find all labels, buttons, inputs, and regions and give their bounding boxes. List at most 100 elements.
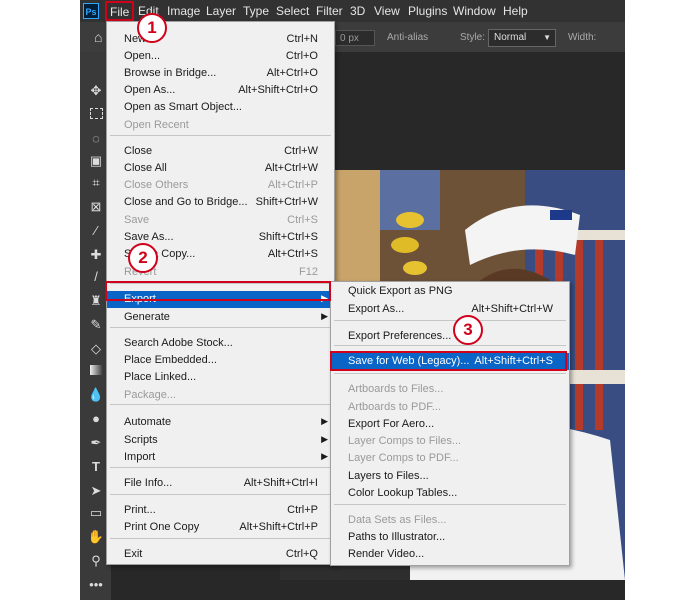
menu-separator — [334, 345, 566, 346]
antialias-label[interactable]: Anti-alias — [387, 30, 428, 46]
menu-item-label: Open Recent — [124, 119, 189, 131]
file-menu-item-close-others: Close Others Alt+Ctrl+P — [107, 177, 334, 194]
feather-input[interactable]: 0 px — [335, 30, 375, 46]
path-selection-tool-icon[interactable]: ➤ — [87, 482, 105, 500]
menu-file[interactable]: File — [105, 1, 135, 21]
file-menu-item-save: Save Ctrl+S — [107, 212, 334, 229]
file-menu-item-print[interactable]: Print... Ctrl+P — [107, 502, 334, 519]
menu-item-label: Paths to Illustrator... — [348, 531, 446, 543]
file-menu-item-file-info[interactable]: File Info... Alt+Shift+Ctrl+I — [107, 475, 334, 492]
file-menu-item-exit[interactable]: Exit Ctrl+Q — [107, 546, 334, 563]
brush-tool-icon[interactable]: / — [87, 268, 105, 286]
healing-brush-tool-icon[interactable]: ✚ — [87, 246, 105, 264]
file-menu-item-close-all[interactable]: Close All Alt+Ctrl+W — [107, 160, 334, 177]
file-menu-item-open-as[interactable]: Open As... Alt+Shift+Ctrl+O — [107, 82, 334, 99]
menu-item-shortcut: Shift+Ctrl+S — [258, 231, 318, 243]
file-menu-item-close-and-go-to-bridge[interactable]: Close and Go to Bridge... Shift+Ctrl+W — [107, 194, 334, 211]
eyedropper-tool-icon[interactable]: ⁄ — [87, 222, 105, 240]
menu-window[interactable]: Window — [453, 0, 496, 22]
export-menu-item-export-for-aero[interactable]: Export For Aero... — [331, 416, 569, 433]
menu-item-shortcut: Alt+Shift+Ctrl+I — [243, 477, 318, 489]
menu-item-shortcut: Alt+Shift+Ctrl+O — [238, 84, 318, 96]
file-menu-item-close[interactable]: Close Ctrl+W — [107, 143, 334, 160]
menu-item-label: Browse in Bridge... — [124, 67, 217, 79]
menu-item-label: Layer Comps to Files... — [348, 435, 462, 447]
export-menu-item-render-video[interactable]: Render Video... — [331, 546, 569, 563]
file-menu-item-import[interactable]: Import ▶ — [107, 449, 334, 466]
menu-image[interactable]: Image — [167, 0, 200, 22]
menu-separator — [334, 320, 566, 321]
move-tool-icon[interactable]: ✥ — [87, 82, 105, 100]
file-menu-item-browse-in-bridge[interactable]: Browse in Bridge... Alt+Ctrl+O — [107, 65, 334, 82]
object-selection-tool-icon[interactable]: ▣ — [87, 152, 105, 170]
eraser-tool-icon[interactable]: ◇ — [87, 340, 105, 358]
pen-tool-icon[interactable]: ✒ — [87, 434, 105, 452]
file-menu-item-place-embedded[interactable]: Place Embedded... — [107, 352, 334, 369]
menu-separator — [334, 373, 566, 374]
export-menu-item-quick-export-as-png[interactable]: Quick Export as PNG — [331, 283, 569, 300]
zoom-tool-icon[interactable]: ⚲ — [87, 552, 105, 570]
file-menu-item-print-one-copy[interactable]: Print One Copy Alt+Shift+Ctrl+P — [107, 519, 334, 536]
menu-item-label: Save — [124, 214, 150, 226]
menu-item-shortcut: Alt+Ctrl+O — [266, 67, 318, 79]
menu-item-shortcut: Ctrl+P — [287, 504, 318, 516]
menu-item-shortcut: Ctrl+O — [285, 50, 318, 62]
menu-type[interactable]: Type — [243, 0, 269, 22]
menu-item-shortcut: Alt+Ctrl+P — [267, 179, 318, 191]
submenu-arrow-icon: ▶ — [321, 311, 328, 321]
file-menu-item-open-recent: Open Recent — [107, 117, 334, 134]
menu-item-label: Export As... — [348, 303, 405, 315]
file-menu-item-search-adobe-stock[interactable]: Search Adobe Stock... — [107, 335, 334, 352]
menu-3d[interactable]: 3D — [350, 0, 365, 22]
crop-tool-icon[interactable]: ⌗ — [87, 174, 105, 192]
menu-item-label: Import — [124, 451, 156, 463]
style-label: Style: — [460, 32, 486, 43]
menu-item-label: Render Video... — [348, 548, 425, 560]
export-menu-item-artboards-to-pdf: Artboards to PDF... — [331, 399, 569, 416]
blur-tool-icon[interactable]: 💧 — [87, 386, 105, 404]
file-menu-item-open-as-smart-object[interactable]: Open as Smart Object... — [107, 99, 334, 116]
menu-item-label: Generate — [124, 311, 170, 323]
step-badge-1: 1 — [137, 13, 167, 43]
clone-stamp-tool-icon[interactable]: ♜ — [87, 292, 105, 310]
menu-separator — [110, 135, 331, 136]
export-menu-item-export-as[interactable]: Export As... Alt+Shift+Ctrl+W — [331, 301, 569, 318]
lasso-tool-icon[interactable]: ◌ — [87, 130, 105, 148]
file-menu-item-automate[interactable]: Automate ▶ — [107, 414, 334, 431]
style-select[interactable]: Normal ▼ — [488, 29, 556, 47]
step-badge-2: 2 — [128, 243, 158, 273]
export-menu-item-export-preferences[interactable]: Export Preferences... — [331, 328, 569, 345]
export-menu-item-color-lookup-tables[interactable]: Color Lookup Tables... — [331, 485, 569, 502]
menu-plugins[interactable]: Plugins — [408, 0, 447, 22]
file-menu-item-open[interactable]: Open... Ctrl+O — [107, 48, 334, 65]
menu-item-label: Place Embedded... — [124, 354, 217, 366]
step-badge-3: 3 — [453, 315, 483, 345]
menu-item-label: Close Others — [124, 179, 189, 191]
menu-view[interactable]: View — [374, 0, 400, 22]
menu-item-shortcut: Ctrl+S — [287, 214, 318, 226]
menu-item-label: Artboards to Files... — [348, 383, 444, 395]
rectangle-tool-icon[interactable]: ▭ — [87, 504, 105, 522]
export-submenu: Quick Export as PNG Export As... Alt+Shift… — [330, 281, 570, 566]
submenu-arrow-icon: ▶ — [321, 416, 328, 426]
hand-tool-icon[interactable]: ✋ — [87, 528, 105, 546]
menu-select[interactable]: Select — [276, 0, 309, 22]
file-menu-item-scripts[interactable]: Scripts ▶ — [107, 432, 334, 449]
menu-separator — [334, 504, 566, 505]
chevron-down-icon: ▼ — [543, 33, 551, 42]
file-menu-item-generate[interactable]: Generate ▶ — [107, 309, 334, 326]
file-menu-item-place-linked[interactable]: Place Linked... — [107, 369, 334, 386]
history-brush-tool-icon[interactable]: ✎ — [87, 316, 105, 334]
more-tools-icon[interactable]: ••• — [87, 576, 105, 594]
menu-item-shortcut: Alt+Ctrl+S — [267, 248, 318, 260]
marquee-tool-icon[interactable] — [87, 106, 105, 124]
dodge-tool-icon[interactable]: ● — [87, 410, 105, 428]
export-menu-item-layers-to-files[interactable]: Layers to Files... — [331, 468, 569, 485]
frame-tool-icon[interactable]: ⊠ — [87, 198, 105, 216]
menu-filter[interactable]: Filter — [316, 0, 343, 22]
gradient-tool-icon[interactable] — [87, 362, 105, 380]
export-menu-item-paths-to-illustrator[interactable]: Paths to Illustrator... — [331, 529, 569, 546]
menu-layer[interactable]: Layer — [206, 0, 236, 22]
type-tool-icon[interactable]: T — [87, 458, 105, 476]
menu-help[interactable]: Help — [503, 0, 528, 22]
